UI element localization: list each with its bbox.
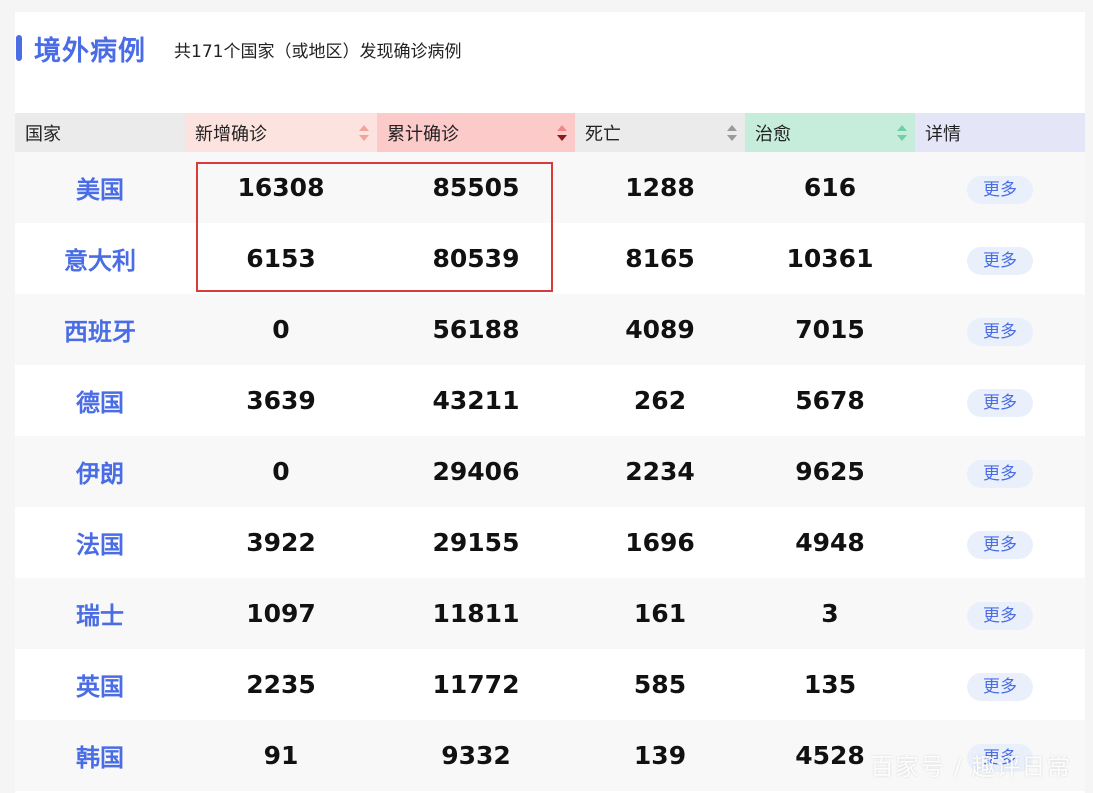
col-country-cell[interactable]: 英国 — [15, 667, 185, 702]
sort-icon[interactable] — [359, 125, 369, 141]
col-details-cell: 更多 — [915, 527, 1085, 559]
more-button[interactable]: 更多 — [967, 388, 1033, 417]
header-col-details: 详情 — [915, 113, 1085, 152]
col-country-cell[interactable]: 意大利 — [15, 241, 185, 276]
col-deaths-cell: 1696 — [625, 528, 695, 557]
col-details-cell: 更多 — [915, 669, 1085, 701]
col-details-cell: 更多 — [915, 456, 1085, 488]
col-total-confirmed-cell: 29406 — [432, 457, 520, 486]
col-total-confirmed-cell: 56188 — [432, 315, 520, 344]
col-deaths-cell: 161 — [633, 599, 687, 628]
col-new-confirmed-cell: 0 — [272, 315, 290, 344]
header-label: 新增确诊 — [195, 123, 267, 145]
header-col-cured[interactable]: 治愈 — [745, 113, 915, 152]
more-button[interactable]: 更多 — [967, 246, 1033, 275]
col-details-cell: 更多 — [915, 385, 1085, 417]
col-deaths-cell: 2234 — [625, 457, 695, 486]
table-row: 伊朗 0 29406 2234 9625 更多 — [15, 436, 1085, 507]
sort-icon[interactable] — [557, 125, 567, 141]
col-country-cell[interactable]: 瑞士 — [15, 596, 185, 631]
title-bar: 境外病例 共171个国家（或地区）发现确诊病例 — [15, 30, 462, 67]
col-cured-cell: 3 — [821, 599, 839, 628]
col-new-confirmed-cell: 91 — [263, 741, 299, 770]
title-accent-bar — [16, 35, 22, 61]
table-row: 德国 3639 43211 262 5678 更多 — [15, 365, 1085, 436]
table-row: 法国 3922 29155 1696 4948 更多 — [15, 507, 1085, 578]
col-total-confirmed-cell: 85505 — [432, 173, 520, 202]
col-deaths-cell: 262 — [633, 386, 687, 415]
col-country-cell[interactable]: 韩国 — [15, 738, 185, 773]
sort-icon[interactable] — [727, 125, 737, 141]
col-cured-cell: 4948 — [795, 528, 865, 557]
col-total-confirmed-cell: 29155 — [432, 528, 520, 557]
more-button[interactable]: 更多 — [967, 601, 1033, 630]
table-row: 瑞士 1097 11811 161 3 更多 — [15, 578, 1085, 649]
col-country-cell[interactable]: 法国 — [15, 525, 185, 560]
header-label: 详情 — [925, 123, 961, 145]
table-body: 美国 16308 85505 1288 616 更多 意大利 6153 80539 8165 103… — [15, 152, 1085, 791]
page-title: 境外病例 — [34, 35, 146, 67]
header-col-total-confirmed[interactable]: 累计确诊 — [377, 113, 575, 152]
col-new-confirmed-cell: 0 — [272, 457, 290, 486]
header-col-new-confirmed[interactable]: 新增确诊 — [185, 113, 377, 152]
col-new-confirmed-cell: 3639 — [246, 386, 316, 415]
col-new-confirmed-cell: 2235 — [246, 670, 316, 699]
col-cured-cell: 5678 — [795, 386, 865, 415]
col-deaths-cell: 8165 — [625, 244, 695, 273]
header-col-deaths[interactable]: 死亡 — [575, 113, 745, 152]
col-details-cell: 更多 — [915, 314, 1085, 346]
col-cured-cell: 7015 — [795, 315, 865, 344]
table-row: 西班牙 0 56188 4089 7015 更多 — [15, 294, 1085, 365]
col-deaths-cell: 585 — [633, 670, 687, 699]
col-total-confirmed-cell: 11772 — [432, 670, 520, 699]
more-button[interactable]: 更多 — [967, 459, 1033, 488]
table-row: 英国 2235 11772 585 135 更多 — [15, 649, 1085, 720]
col-details-cell: 更多 — [915, 243, 1085, 275]
col-new-confirmed-cell: 3922 — [246, 528, 316, 557]
page-subtitle: 共171个国家（或地区）发现确诊病例 — [174, 41, 462, 62]
col-total-confirmed-cell: 43211 — [432, 386, 520, 415]
table-header: 国家 新增确诊 累计确诊 死亡 治愈 详情 — [15, 113, 1085, 152]
col-country-cell[interactable]: 美国 — [15, 170, 185, 205]
sort-icon[interactable] — [897, 125, 907, 141]
col-deaths-cell: 4089 — [625, 315, 695, 344]
more-button[interactable]: 更多 — [967, 175, 1033, 204]
more-button[interactable]: 更多 — [967, 317, 1033, 346]
header-label: 累计确诊 — [387, 123, 459, 145]
col-total-confirmed-cell: 11811 — [432, 599, 520, 628]
overseas-cases-panel: 境外病例 共171个国家（或地区）发现确诊病例 国家 新增确诊 累计确诊 死亡 治愈 详情… — [15, 12, 1085, 793]
col-deaths-cell: 1288 — [625, 173, 695, 202]
col-country-cell[interactable]: 西班牙 — [15, 312, 185, 347]
header-label: 治愈 — [755, 123, 791, 145]
col-details-cell: 更多 — [915, 172, 1085, 204]
col-cured-cell: 135 — [803, 670, 857, 699]
watermark-text: 百家号 / 趣评日常 — [870, 753, 1072, 781]
table-row: 意大利 6153 80539 8165 10361 更多 — [15, 223, 1085, 294]
more-button[interactable]: 更多 — [967, 672, 1033, 701]
col-country-cell[interactable]: 德国 — [15, 383, 185, 418]
col-new-confirmed-cell: 16308 — [237, 173, 325, 202]
table-row: 美国 16308 85505 1288 616 更多 — [15, 152, 1085, 223]
col-total-confirmed-cell: 9332 — [441, 741, 511, 770]
col-cured-cell: 9625 — [795, 457, 865, 486]
header-col-country: 国家 — [15, 113, 185, 152]
col-deaths-cell: 139 — [633, 741, 687, 770]
more-button[interactable]: 更多 — [967, 530, 1033, 559]
col-cured-cell: 10361 — [786, 244, 874, 273]
col-total-confirmed-cell: 80539 — [432, 244, 520, 273]
col-details-cell: 更多 — [915, 598, 1085, 630]
col-new-confirmed-cell: 6153 — [246, 244, 316, 273]
col-new-confirmed-cell: 1097 — [246, 599, 316, 628]
header-label: 国家 — [25, 123, 61, 145]
col-country-cell[interactable]: 伊朗 — [15, 454, 185, 489]
header-label: 死亡 — [585, 123, 621, 145]
col-cured-cell: 616 — [803, 173, 857, 202]
